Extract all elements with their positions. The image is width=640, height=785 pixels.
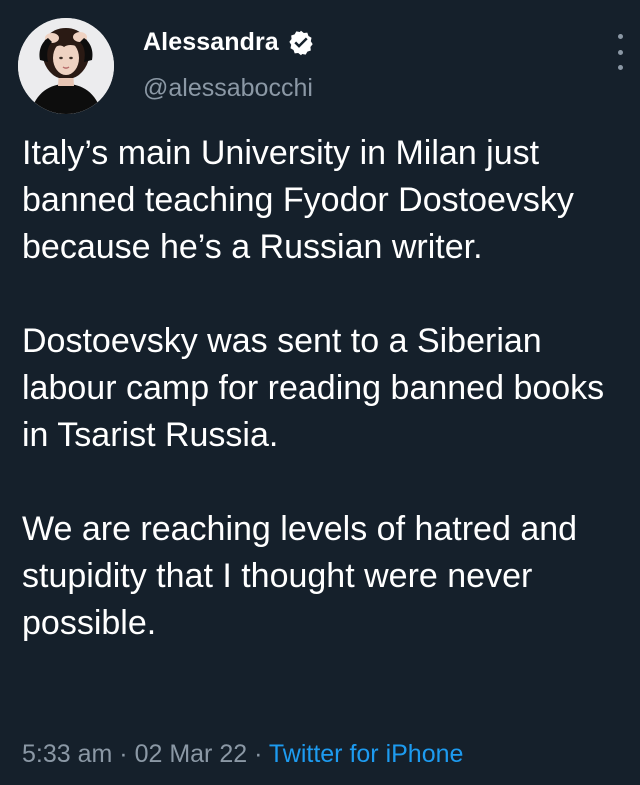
author-name-row: Alessandra (143, 28, 315, 57)
tweet-paragraph: Dostoevsky was sent to a Siberian labour… (22, 322, 605, 454)
avatar[interactable] (18, 18, 114, 114)
author-name[interactable]: Alessandra (143, 28, 279, 57)
tweet-card: Alessandra @alessabocchi Italy’s main Un… (0, 0, 640, 785)
more-dot (617, 49, 623, 55)
tweet-time[interactable]: 5:33 am (22, 740, 112, 768)
tweet-text: Italy’s main University in Milan just ba… (22, 130, 632, 647)
more-options-icon[interactable] (612, 32, 628, 72)
tweet-source-link[interactable]: Twitter for iPhone (269, 740, 464, 768)
tweet-meta: 5:33 am · 02 Mar 22 · Twitter for iPhone (22, 740, 463, 769)
tweet-date[interactable]: 02 Mar 22 (135, 740, 248, 768)
tweet-paragraph: Italy’s main University in Milan just ba… (22, 134, 574, 266)
meta-separator: · (112, 740, 135, 768)
more-dot (617, 34, 623, 39)
more-dot (617, 65, 623, 70)
avatar-image (18, 18, 114, 114)
tweet-paragraph: We are reaching levels of hatred and stu… (22, 510, 578, 642)
author-handle[interactable]: @alessabocchi (143, 74, 313, 103)
verified-badge-icon (287, 29, 315, 57)
meta-separator: · (247, 740, 269, 768)
